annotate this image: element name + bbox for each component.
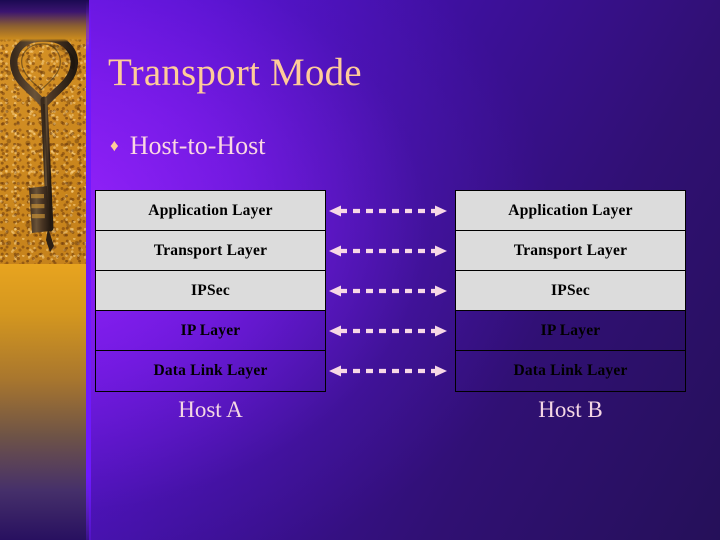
connector-transport-layer (328, 244, 448, 258)
host-a-layer-ip: IP Layer (96, 311, 325, 351)
host-b-layer-application: Application Layer (456, 191, 685, 231)
connector-application-layer (328, 204, 448, 218)
host-a-protocol-stack: Application Layer Transport Layer IPSec … (95, 190, 326, 392)
connector-data-link-layer (328, 364, 448, 378)
host-a-layer-datalink: Data Link Layer (153, 362, 268, 379)
connector-ip-layer (328, 324, 448, 338)
connector-ipsec (328, 284, 448, 298)
transport-mode-diagram: Application Layer Transport Layer IPSec … (0, 0, 720, 540)
host-a-caption: Host A (178, 397, 243, 422)
host-b-layer-datalink: Data Link Layer (513, 362, 628, 379)
host-b-protocol-stack: Application Layer Transport Layer IPSec … (455, 190, 686, 392)
host-a-layer-transport: Transport Layer (96, 231, 325, 271)
host-a-layer-application: Application Layer (96, 191, 325, 231)
host-b-layer-transport: Transport Layer (456, 231, 685, 271)
host-b-layer-ip: IP Layer (456, 311, 685, 351)
host-b-layer-ipsec: IPSec (456, 271, 685, 311)
slide-canvas: Transport Mode ♦ Host-to-Host Applicatio… (0, 0, 720, 540)
host-b-caption: Host B (538, 397, 603, 422)
host-a-layer-ipsec: IPSec (96, 271, 325, 311)
